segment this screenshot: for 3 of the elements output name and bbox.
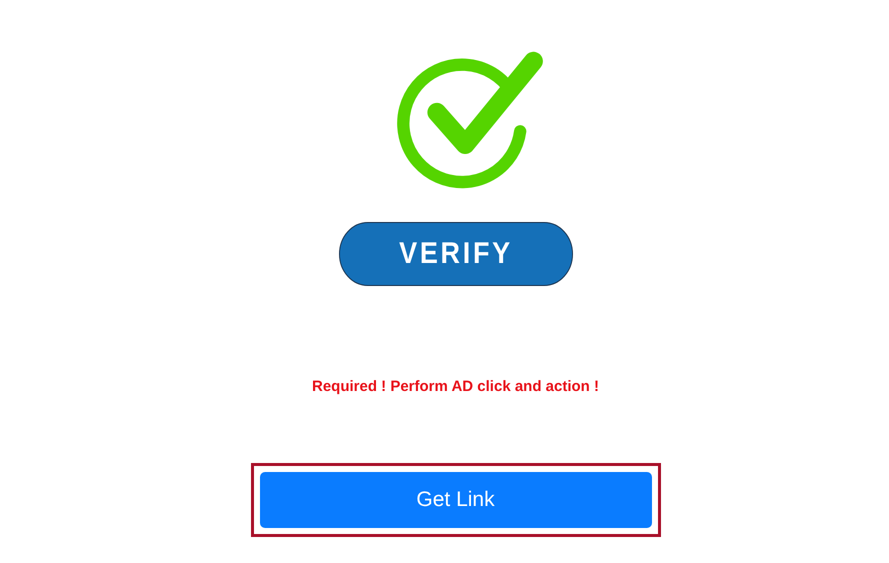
verify-button[interactable]: VERIFY (338, 222, 572, 286)
get-link-button[interactable]: Get Link (260, 472, 652, 528)
warning-message: Required ! Perform AD click and action ! (312, 378, 599, 395)
